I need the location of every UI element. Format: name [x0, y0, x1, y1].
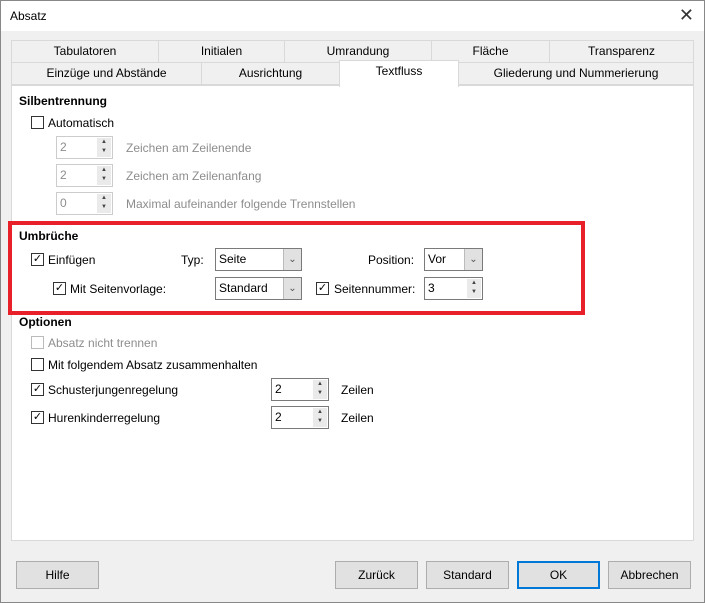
seitenvorlage-value: Standard	[219, 281, 268, 295]
schuster-checkbox[interactable]: ✓	[31, 383, 44, 396]
seitennummer-checkbox[interactable]: ✓	[316, 282, 329, 295]
max-trennstellen-spin: 0 ▲ ▼	[56, 192, 113, 215]
huren-unit: Zeilen	[341, 411, 374, 425]
position-select[interactable]: Vor ⌄	[424, 248, 483, 271]
huren-spin[interactable]: 2 ▲ ▼	[271, 406, 329, 429]
zeilenende-value: 2	[60, 140, 67, 154]
huren-label: Hurenkinderregelung	[48, 411, 161, 425]
chevron-down-icon: ⌄	[283, 249, 301, 270]
schuster-label: Schusterjungenregelung	[48, 383, 179, 397]
schuster-spin[interactable]: 2 ▲ ▼	[271, 378, 329, 401]
tab-textfluss[interactable]: Textfluss	[339, 60, 459, 87]
title-bar: Absatz ✕	[1, 1, 704, 31]
spin-arrows-icon[interactable]: ▲ ▼	[313, 408, 327, 427]
zeilenende-spin: 2 ▲ ▼	[56, 136, 113, 159]
tab-tabulatoren[interactable]: Tabulatoren	[11, 40, 159, 63]
seitenvorlage-checkbox[interactable]: ✓	[53, 282, 66, 295]
chevron-down-icon: ⌄	[464, 249, 482, 270]
position-label: Position:	[368, 253, 415, 267]
schuster-unit: Zeilen	[341, 383, 374, 397]
huren-value: 2	[275, 410, 282, 424]
max-trennstellen-value: 0	[60, 196, 67, 210]
spin-arrows-icon: ▲ ▼	[97, 166, 111, 185]
dialog-window: Absatz ✕ Tabulatoren Initialen Umrandung…	[0, 0, 705, 603]
nicht-trennen-label: Absatz nicht trennen	[48, 336, 158, 350]
einfuegen-label: Einfügen	[48, 253, 96, 267]
dialog-title: Absatz	[10, 9, 47, 23]
seitenvorlage-label: Mit Seitenvorlage:	[70, 282, 167, 296]
seitenvorlage-select[interactable]: Standard ⌄	[215, 277, 302, 300]
seitennummer-label: Seitennummer:	[334, 282, 416, 296]
tab-transparenz[interactable]: Transparenz	[549, 40, 694, 63]
spin-arrows-icon: ▲ ▼	[97, 194, 111, 213]
zeilenende-label: Zeichen am Zeilenende	[126, 141, 252, 155]
zeilenanfang-value: 2	[60, 168, 67, 182]
seitennummer-spin[interactable]: 3 ▲ ▼	[424, 277, 483, 300]
hilfe-button[interactable]: Hilfe	[16, 561, 99, 589]
spin-arrows-icon[interactable]: ▲ ▼	[313, 380, 327, 399]
tab-ausrichtung[interactable]: Ausrichtung	[201, 62, 340, 85]
zusammenhalten-checkbox[interactable]	[31, 358, 44, 371]
typ-value: Seite	[219, 252, 247, 266]
zeilenanfang-label: Zeichen am Zeilenanfang	[126, 169, 262, 183]
spin-arrows-icon[interactable]: ▲ ▼	[467, 279, 481, 298]
section-optionen: Optionen	[19, 315, 72, 329]
automatisch-label: Automatisch	[48, 116, 115, 130]
typ-label: Typ:	[181, 253, 204, 267]
nicht-trennen-checkbox	[31, 336, 44, 349]
zusammenhalten-label: Mit folgendem Absatz zusammenhalten	[48, 358, 258, 372]
einfuegen-checkbox[interactable]: ✓	[31, 253, 44, 266]
max-trennstellen-label: Maximal aufeinander folgende Trennstelle…	[126, 197, 356, 211]
position-value: Vor	[428, 252, 447, 266]
typ-select[interactable]: Seite ⌄	[215, 248, 302, 271]
abbrechen-button[interactable]: Abbrechen	[608, 561, 691, 589]
close-icon[interactable]: ✕	[679, 5, 694, 26]
tab-initialen[interactable]: Initialen	[158, 40, 285, 63]
spin-arrows-icon: ▲ ▼	[97, 138, 111, 157]
tab-einzuege[interactable]: Einzüge und Abstände	[11, 62, 202, 85]
chevron-down-icon: ⌄	[283, 278, 301, 299]
huren-checkbox[interactable]: ✓	[31, 411, 44, 424]
automatisch-checkbox[interactable]	[31, 116, 44, 129]
zurueck-button[interactable]: Zurück	[335, 561, 418, 589]
zeilenanfang-spin: 2 ▲ ▼	[56, 164, 113, 187]
ok-button[interactable]: OK	[517, 561, 600, 589]
section-silbentrennung: Silbentrennung	[19, 94, 107, 108]
tab-gliederung[interactable]: Gliederung und Nummerierung	[458, 62, 694, 85]
standard-button[interactable]: Standard	[426, 561, 509, 589]
seitennummer-value: 3	[428, 281, 435, 295]
section-umbrueche: Umbrüche	[19, 229, 79, 243]
schuster-value: 2	[275, 382, 282, 396]
